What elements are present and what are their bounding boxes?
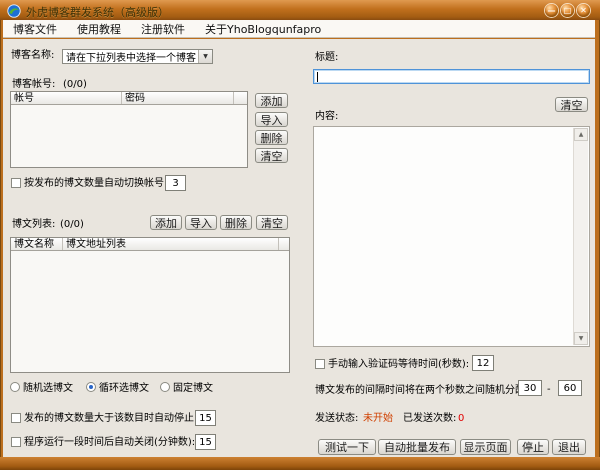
accounts-col-account[interactable]: 帐号 [11,92,122,104]
captcha-wait-input[interactable]: 12 [472,355,494,371]
app-icon [7,3,21,17]
captcha-wait-label: 手动输入验证码等待时间(秒数): [328,359,469,371]
auto-stop-label: 发布的博文数量大于该数目时自动停止: [24,413,197,425]
posts-table-header: 博文名称 博文地址列表 [11,238,289,251]
blog-select-dropdown[interactable]: 请在下拉列表中选择一个博客 ▼ [62,49,213,64]
app-window: 外虎博客群发系统（高级版） — □ ✕ 博客文件 使用教程 注册软件 关于Yho… [0,0,600,470]
accounts-delete-button[interactable]: 删除 [255,130,288,145]
accounts-col-password[interactable]: 密码 [122,92,234,104]
scroll-up-icon[interactable]: ▲ [574,128,588,141]
posts-col-url[interactable]: 博文地址列表 [63,238,279,250]
post-content-label: 内容: [315,111,338,123]
posts-clear-button[interactable]: 清空 [256,215,288,230]
radio-cycle-label: 循环选博文 [99,383,149,395]
posts-count: (0/0) [60,219,84,231]
interval-max-input[interactable]: 60 [558,380,582,396]
accounts-count: (0/0) [63,79,87,91]
post-title-label: 标题: [315,52,338,64]
accounts-col-blank [234,92,247,104]
interval-min-input[interactable]: 30 [518,380,542,396]
auto-close-label: 程序运行一段时间后自动关闭(分钟数): [24,437,195,449]
posts-table[interactable]: 博文名称 博文地址列表 [10,237,290,373]
scroll-down-icon[interactable]: ▼ [574,332,588,345]
menu-tutorial[interactable]: 使用教程 [67,21,131,37]
radio-selected-dot [89,385,93,389]
radio-fixed-label: 固定博文 [173,383,213,395]
auto-switch-label: 按发布的博文数量自动切换帐号: [24,178,167,190]
send-status-label: 发送状态: [315,413,358,425]
menu-bar: 博客文件 使用教程 注册软件 关于YhoBlogqunfapro [3,20,595,38]
interval-label: 博文发布的间隔时间将在两个秒数之间随机分配: [315,385,528,397]
show-page-button[interactable]: 显示页面 [460,439,511,455]
blog-name-label: 博客名称: [11,50,54,62]
send-status-value: 未开始 [363,413,393,425]
radio-cycle-post[interactable] [86,382,96,392]
content-scrollbar[interactable]: ▲ ▼ [573,128,588,345]
title-bar[interactable]: 外虎博客群发系统（高级版） — □ ✕ [0,0,600,20]
close-button[interactable]: ✕ [577,4,590,17]
post-content-textarea[interactable]: ▲ ▼ [313,126,590,347]
maximize-button[interactable]: □ [561,4,574,17]
auto-stop-checkbox[interactable] [11,413,21,423]
accounts-label: 博客帐号: [12,79,55,91]
posts-add-button[interactable]: 添加 [150,215,182,230]
blog-select-value: 请在下拉列表中选择一个博客 [63,49,198,64]
test-button[interactable]: 测试一下 [318,439,376,455]
content-clear-button[interactable]: 清空 [555,97,588,112]
exit-button[interactable]: 退出 [552,439,586,455]
accounts-table-header: 帐号 密码 [11,92,247,105]
accounts-table[interactable]: 帐号 密码 [10,91,248,168]
accounts-add-button[interactable]: 添加 [255,93,288,108]
auto-close-input[interactable]: 15 [195,434,216,450]
sent-count-label: 已发送次数: [403,413,456,425]
posts-label: 博文列表: [12,219,55,231]
minimize-button[interactable]: — [545,4,558,17]
accounts-import-button[interactable]: 导入 [255,112,288,127]
auto-stop-input[interactable]: 15 [195,410,216,426]
interval-dash: - [547,384,551,396]
window-bottom-border [0,457,600,470]
text-caret [317,72,318,82]
radio-fixed-post[interactable] [160,382,170,392]
menu-about[interactable]: 关于YhoBlogqunfapro [195,21,331,37]
auto-close-checkbox[interactable] [11,437,21,447]
auto-switch-checkbox[interactable] [11,178,21,188]
stop-button[interactable]: 停止 [517,439,549,455]
radio-random-label: 随机选博文 [23,383,73,395]
chevron-down-icon[interactable]: ▼ [198,50,212,63]
radio-random-post[interactable] [10,382,20,392]
auto-batch-publish-button[interactable]: 自动批量发布 [378,439,456,455]
accounts-clear-button[interactable]: 清空 [255,148,288,163]
posts-delete-button[interactable]: 删除 [220,215,252,230]
posts-col-name[interactable]: 博文名称 [11,238,63,250]
captcha-wait-checkbox[interactable] [315,359,325,369]
posts-import-button[interactable]: 导入 [185,215,217,230]
menu-register[interactable]: 注册软件 [131,21,195,37]
window-title: 外虎博客群发系统（高级版） [26,4,169,20]
posts-col-blank [279,238,289,250]
sent-count-value: 0 [458,413,464,425]
auto-switch-input[interactable]: 3 [165,175,186,191]
post-title-input[interactable] [313,69,590,84]
menu-blog-file[interactable]: 博客文件 [3,21,67,37]
